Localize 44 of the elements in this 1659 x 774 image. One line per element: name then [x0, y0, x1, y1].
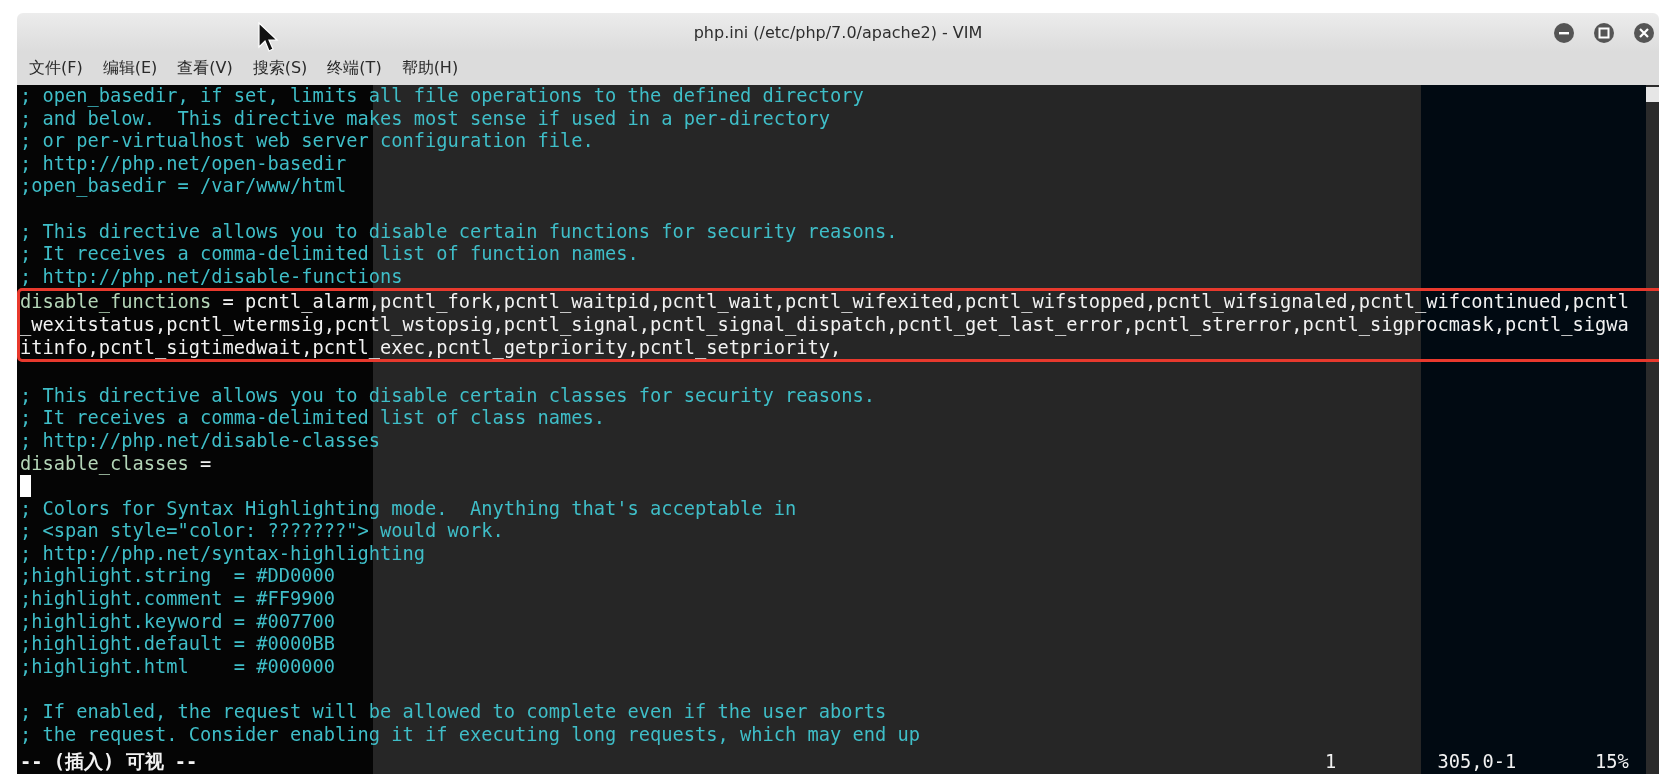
- code-comment: ; This directive allows you to disable certain classes for security reasons.: [20, 384, 876, 406]
- mouse-pointer-icon: [258, 22, 280, 54]
- mode-indicator: -- (插入) 可视 --: [20, 751, 199, 774]
- code-comment: ; or per-virtualhost web server configuration file.: [20, 130, 594, 152]
- code-comment: ; If enabled, the request will be allowed to complete even if the user aborts: [20, 701, 887, 723]
- menu-item[interactable]: 终端(T): [319, 56, 390, 81]
- directive-value: =: [200, 452, 212, 474]
- code-comment: ;highlight.default = #0000BB: [20, 633, 336, 655]
- maximize-icon[interactable]: [1593, 22, 1615, 44]
- menu-item[interactable]: 查看(V): [169, 56, 241, 81]
- code-comment: ;highlight.html = #000000: [20, 655, 336, 677]
- code-comment: ; Colors for Syntax Highlighting mode. Anything that's acceptable in: [20, 497, 797, 519]
- code-comment: ;highlight.comment = #FF9900: [20, 588, 336, 610]
- code-comment: ;open_basedir = /var/www/html: [20, 175, 347, 197]
- code-comment: ; http://php.net/syntax-highlighting: [20, 542, 426, 564]
- code-comment: ;highlight.keyword = #007700: [20, 610, 336, 632]
- code-comment: ; http://php.net/disable-classes: [20, 429, 381, 451]
- directive-name: disable_classes: [20, 452, 189, 474]
- minimize-icon[interactable]: [1553, 22, 1575, 44]
- directive-value: = pcntl_alarm,pcntl_fork,pcntl_waitpid,pcntl_wait,pcntl_wifexited,pcntl_wifstopped,pcntl_wifsignaled,pcntl_wifcontinued,pcntl: [222, 291, 1629, 313]
- window-title: php.ini (/etc/php/7.0/apache2) - VIM: [693, 23, 983, 42]
- code-comment: ; This directive allows you to disable certain functions for security reasons.: [20, 220, 898, 242]
- menu-item[interactable]: 搜索(S): [244, 56, 316, 81]
- code-comment: ; It receives a comma-delimited list of function names.: [20, 243, 639, 265]
- code-comment: ;highlight.string = #DD0000: [20, 565, 336, 587]
- menu-item[interactable]: 编辑(E): [94, 56, 166, 81]
- text-cursor: [20, 475, 31, 498]
- code-comment: ; http://php.net/open-basedir: [20, 152, 347, 174]
- code-comment: ; the request. Consider enabling it if executing long requests, which may end up: [20, 723, 921, 745]
- close-icon[interactable]: [1633, 22, 1655, 44]
- directive-name: disable_functions: [20, 291, 212, 313]
- code-comment: ; and below. This directive makes most sense if used in a per-directory: [20, 107, 831, 129]
- menu-item[interactable]: 文件(F): [21, 56, 91, 81]
- scroll-percentage: 15%: [1595, 751, 1630, 774]
- code-comment: ; <span style="color: ???????"> would work.: [20, 520, 504, 542]
- code-comment: ; http://php.net/disable-functions: [20, 265, 403, 287]
- scrollbar-thumb[interactable]: [1646, 87, 1659, 102]
- directive-value: itinfo,pcntl_sigtimedwait,pcntl_exec,pcntl_getpriority,pcntl_setpriority,: [20, 336, 842, 358]
- directive-value: _wexitstatus,pcntl_wtermsig,pcntl_wstopsig,pcntl_signal,pcntl_signal_dispatch,pcntl_get_last_error,pcntl_strerror,pcntl_sigprocmask,pcntl_sigwa: [20, 313, 1629, 335]
- code-comment: ; open_basedir, if set, limits all file operations to the defined directory: [20, 85, 864, 106]
- menu-item[interactable]: 帮助(H): [393, 56, 467, 81]
- code-comment: ; It receives a comma-delimited list of class names.: [20, 407, 606, 429]
- command-count: 1: [1325, 751, 1338, 774]
- cursor-position: 305,0-1: [1437, 751, 1518, 774]
